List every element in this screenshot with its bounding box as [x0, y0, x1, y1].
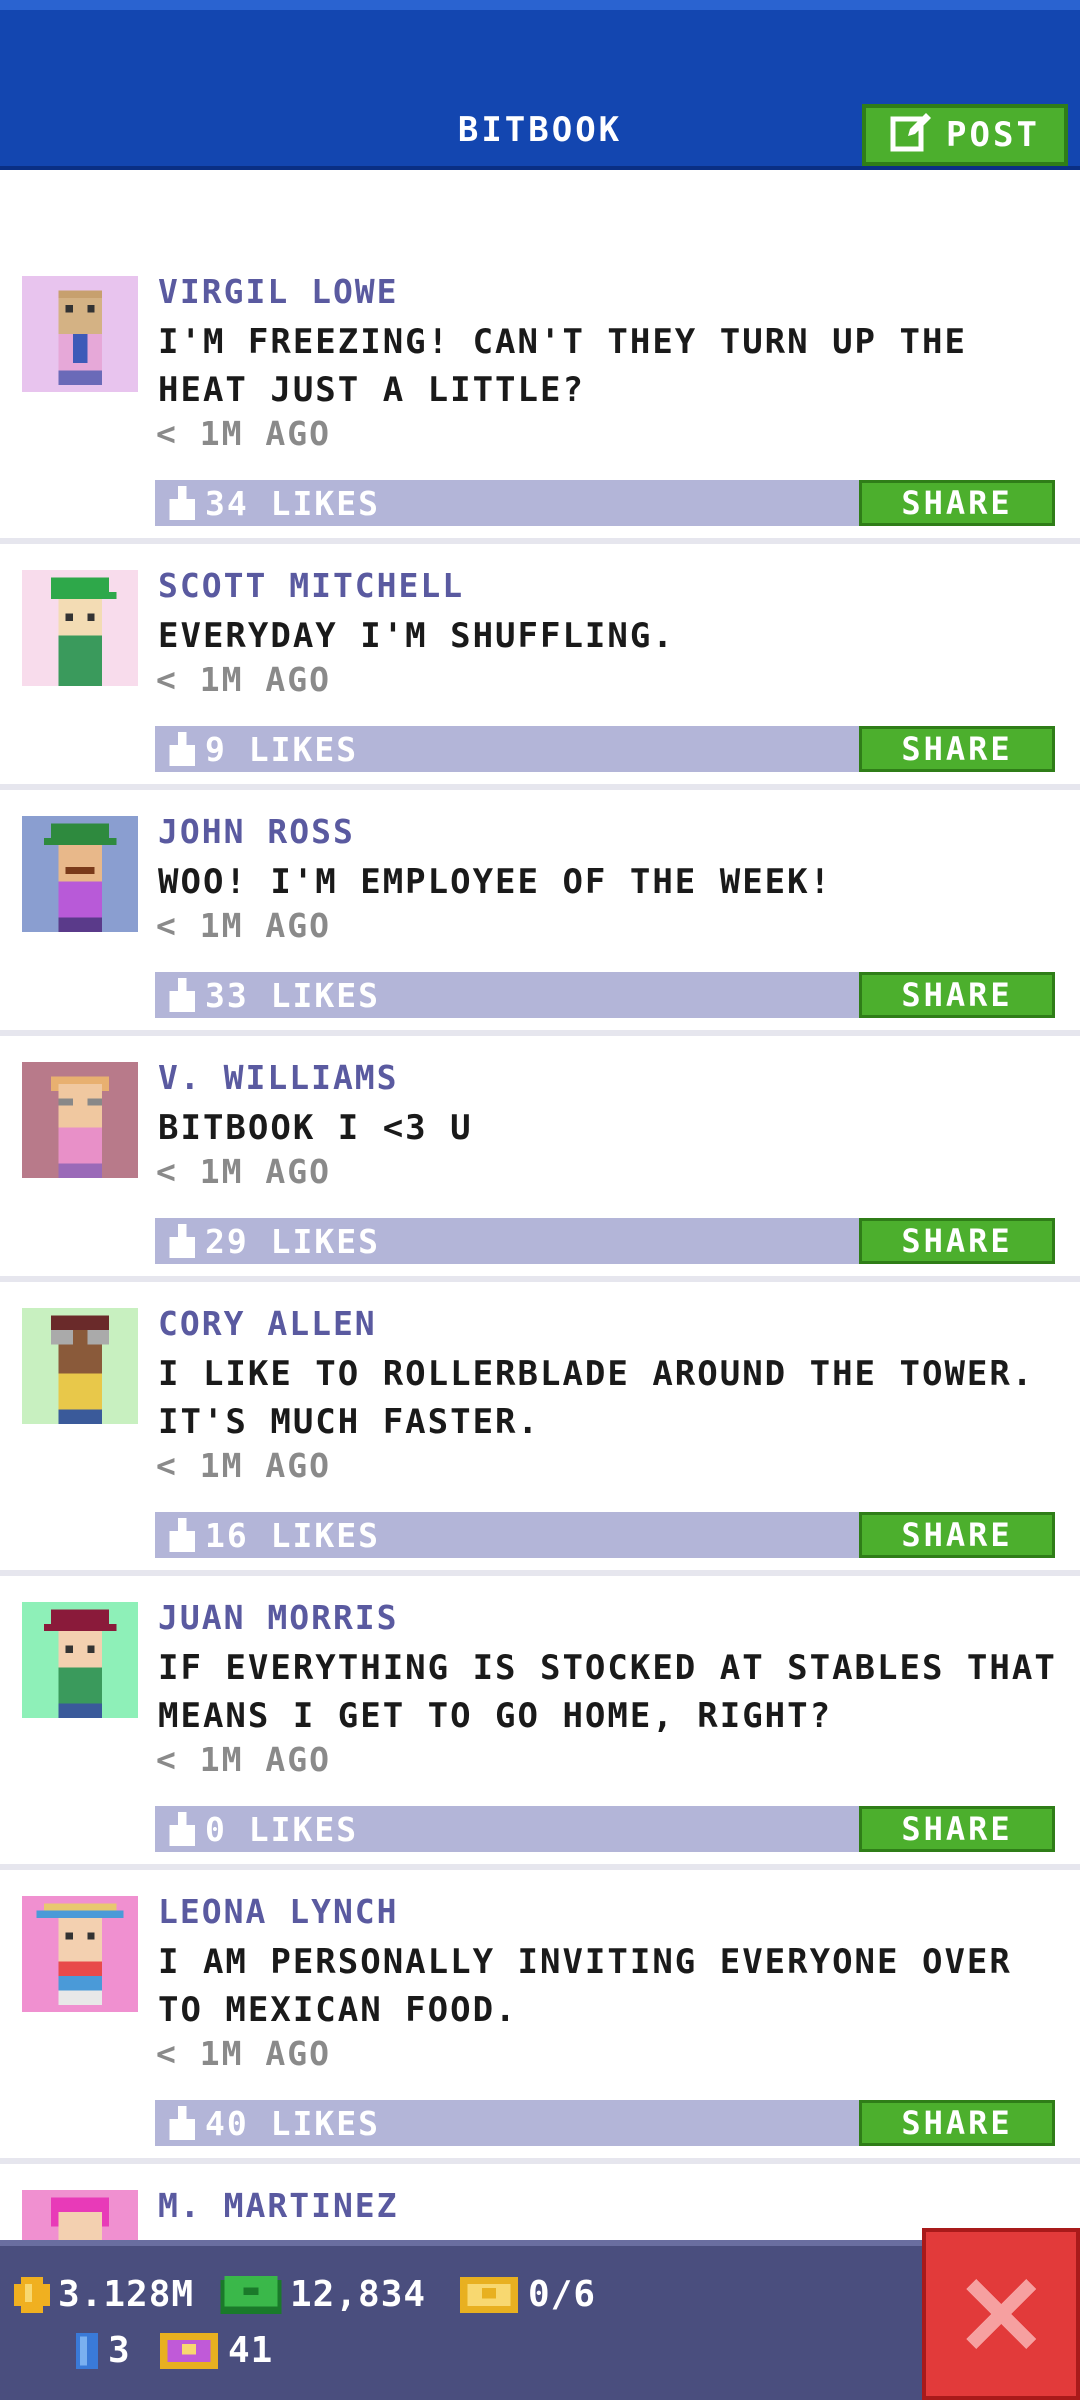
gems-stat: 3 — [74, 2330, 131, 2371]
thumbs-up-icon — [169, 2106, 195, 2140]
post-author[interactable]: JUAN MORRIS — [158, 1598, 399, 1637]
post-author[interactable]: M. MARTINEZ — [158, 2186, 399, 2225]
like-bar[interactable]: 34 LIKES SHARE — [155, 480, 1055, 526]
list-item: VIRGIL LOWE I'M FREEZING! CAN'T THEY TUR… — [0, 250, 1080, 544]
post-message: I LIKE TO ROLLERBLADE AROUND THE TOWER. … — [158, 1354, 1035, 1442]
coins-stat: 3.128M — [14, 2274, 194, 2315]
vip-ticket-icon — [160, 2332, 218, 2369]
thumbs-up-icon — [169, 978, 195, 1012]
post-message: BITBOOK I <3 U — [158, 1108, 473, 1148]
like-bar[interactable]: 29 LIKES SHARE — [155, 1218, 1055, 1264]
share-button[interactable]: SHARE — [859, 2100, 1055, 2146]
feed-list: VIRGIL LOWE I'M FREEZING! CAN'T THEY TUR… — [0, 250, 1080, 2306]
list-item: CORY ALLEN I LIKE TO ROLLERBLADE AROUND … — [0, 1282, 1080, 1576]
like-count: 34 LIKES — [205, 484, 380, 523]
list-item: JUAN MORRIS IF EVERYTHING IS STOCKED AT … — [0, 1576, 1080, 1870]
like-bar[interactable]: 16 LIKES SHARE — [155, 1512, 1055, 1558]
post-time: < 1M AGO — [156, 1446, 331, 1485]
vip-value: 41 — [228, 2330, 274, 2371]
thumbs-up-icon — [169, 1518, 195, 1552]
like-count: 40 LIKES — [205, 2104, 380, 2143]
post-time: < 1M AGO — [156, 660, 331, 699]
post-author[interactable]: JOHN ROSS — [158, 812, 355, 851]
tower-icon — [76, 2332, 98, 2369]
list-item: SCOTT MITCHELL EVERYDAY I'M SHUFFLING. <… — [0, 544, 1080, 790]
avatar — [22, 570, 138, 686]
like-count: 9 LIKES — [205, 730, 359, 769]
gems-value: 3 — [108, 2330, 131, 2371]
post-author[interactable]: V. WILLIAMS — [158, 1058, 399, 1097]
bux-icon — [220, 2275, 282, 2314]
vip-stat: 41 — [158, 2330, 273, 2371]
share-button[interactable]: SHARE — [859, 1512, 1055, 1558]
like-count: 0 LIKES — [205, 1810, 359, 1849]
like-bar[interactable]: 40 LIKES SHARE — [155, 2100, 1055, 2146]
like-bar[interactable]: 9 LIKES SHARE — [155, 726, 1055, 772]
tickets-value: 0/6 — [528, 2274, 597, 2315]
post-button[interactable]: POST — [862, 104, 1068, 166]
avatar — [22, 1308, 138, 1424]
post-author[interactable]: LEONA LYNCH — [158, 1892, 399, 1931]
post-message: EVERYDAY I'M SHUFFLING. — [158, 616, 675, 656]
coins-value: 3.128M — [58, 2274, 195, 2315]
ticket-icon — [460, 2276, 518, 2313]
list-item: LEONA LYNCH I AM PERSONALLY INVITING EVE… — [0, 1870, 1080, 2164]
avatar — [22, 816, 138, 932]
post-label: POST — [946, 115, 1040, 155]
post-author[interactable]: CORY ALLEN — [158, 1304, 377, 1343]
post-message: I'M FREEZING! CAN'T THEY TURN UP THE HEA… — [158, 322, 967, 410]
post-message: WOO! I'M EMPLOYEE OF THE WEEK! — [158, 862, 833, 902]
post-message: I AM PERSONALLY INVITING EVERYONE OVER T… — [158, 1942, 1012, 2030]
share-button[interactable]: SHARE — [859, 726, 1055, 772]
app-header: BITBOOK POST — [0, 0, 1080, 170]
thumbs-up-icon — [169, 1224, 195, 1258]
avatar — [22, 1896, 138, 2012]
thumbs-up-icon — [169, 1812, 195, 1846]
share-button[interactable]: SHARE — [859, 1218, 1055, 1264]
thumbs-up-icon — [169, 732, 195, 766]
post-time: < 1M AGO — [156, 1740, 331, 1779]
avatar — [22, 1062, 138, 1178]
bux-stat: 12,834 — [220, 2274, 426, 2315]
like-count: 33 LIKES — [205, 976, 380, 1015]
like-bar[interactable]: 33 LIKES SHARE — [155, 972, 1055, 1018]
share-button[interactable]: SHARE — [859, 480, 1055, 526]
post-message: IF EVERYTHING IS STOCKED AT STABLES THAT… — [158, 1648, 1057, 1736]
tickets-stat: 0/6 — [458, 2274, 596, 2315]
coin-icon — [14, 2276, 50, 2313]
like-count: 16 LIKES — [205, 1516, 380, 1555]
status-bar: 3.128M 12,834 0/6 3 41 — [0, 2240, 1080, 2400]
share-button[interactable]: SHARE — [859, 972, 1055, 1018]
close-icon — [966, 2279, 1036, 2349]
post-time: < 1M AGO — [156, 906, 331, 945]
post-time: < 1M AGO — [156, 1152, 331, 1191]
edit-icon — [890, 110, 932, 161]
share-button[interactable]: SHARE — [859, 1806, 1055, 1852]
like-count: 29 LIKES — [205, 1222, 380, 1261]
post-author[interactable]: SCOTT MITCHELL — [158, 566, 464, 605]
list-item: JOHN ROSS WOO! I'M EMPLOYEE OF THE WEEK!… — [0, 790, 1080, 1036]
bux-value: 12,834 — [290, 2274, 427, 2315]
thumbs-up-icon — [169, 486, 195, 520]
avatar — [22, 1602, 138, 1718]
list-item: V. WILLIAMS BITBOOK I <3 U < 1M AGO 29 L… — [0, 1036, 1080, 1282]
post-time: < 1M AGO — [156, 414, 331, 453]
like-bar[interactable]: 0 LIKES SHARE — [155, 1806, 1055, 1852]
avatar — [22, 276, 138, 392]
post-time: < 1M AGO — [156, 2034, 331, 2073]
close-button[interactable] — [922, 2228, 1080, 2400]
post-author[interactable]: VIRGIL LOWE — [158, 272, 399, 311]
